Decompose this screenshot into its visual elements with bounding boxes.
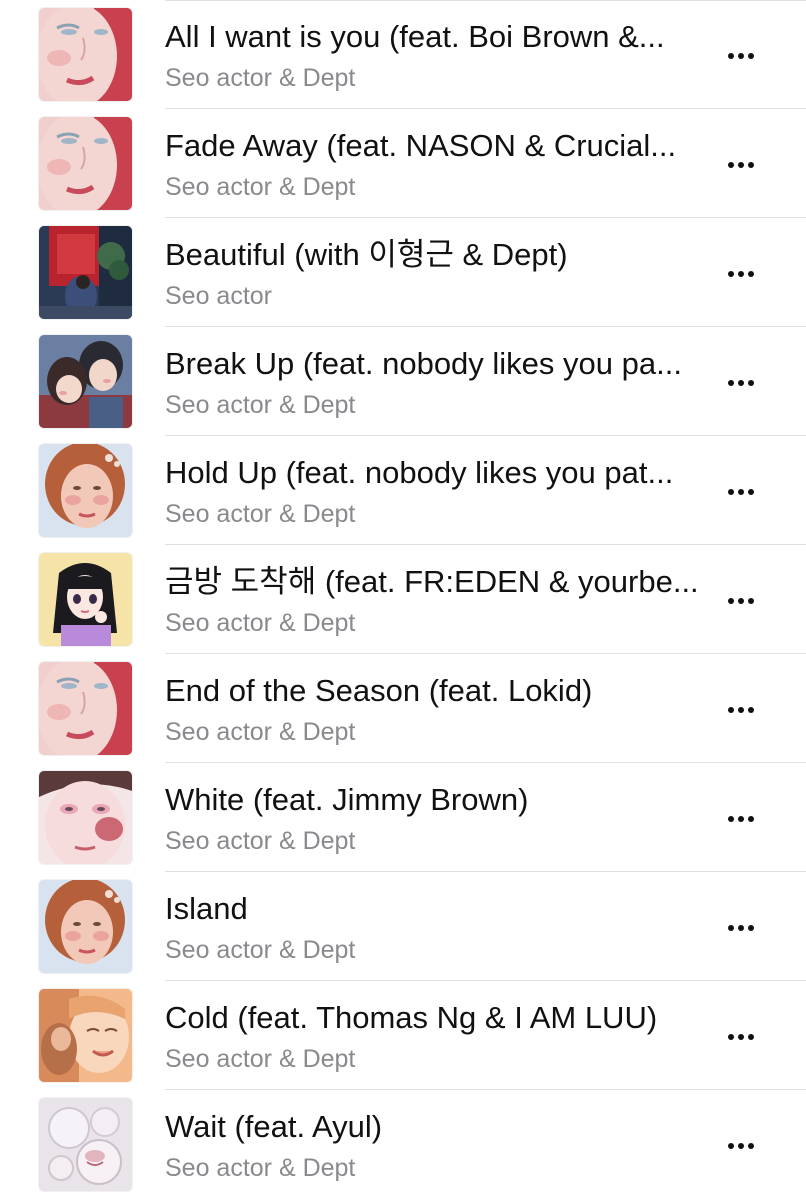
more-options-button[interactable]: [716, 34, 766, 78]
ellipsis-icon: [728, 707, 754, 713]
ellipsis-icon: [728, 380, 754, 386]
ellipsis-icon: [728, 816, 754, 822]
track-row[interactable]: Hold Up (feat. nobody likes you pat... S…: [0, 436, 806, 545]
ellipsis-icon: [728, 53, 754, 59]
ellipsis-icon: [728, 271, 754, 277]
more-options-button[interactable]: [716, 252, 766, 296]
track-row[interactable]: 금방 도착해 (feat. FR:EDEN & yourbe... Seo ac…: [0, 545, 806, 654]
track-list: All I want is you (feat. Boi Brown &... …: [0, 0, 806, 1199]
track-row[interactable]: Fade Away (feat. NASON & Crucial... Seo …: [0, 109, 806, 218]
track-title: Hold Up (feat. nobody likes you pat...: [165, 455, 674, 490]
album-artwork-image: [39, 989, 132, 1082]
track-title: All I want is you (feat. Boi Brown &...: [165, 19, 665, 54]
ellipsis-icon: [728, 925, 754, 931]
album-artwork-image: [39, 662, 132, 755]
track-title: Cold (feat. Thomas Ng & I AM LUU): [165, 1000, 658, 1035]
track-title: White (feat. Jimmy Brown): [165, 782, 529, 817]
track-title: Beautiful (with 이형근 & Dept): [165, 237, 568, 272]
more-options-button[interactable]: [716, 797, 766, 841]
track-artist: Seo actor & Dept: [165, 1154, 356, 1182]
ellipsis-icon: [728, 489, 754, 495]
album-artwork-image: [39, 8, 132, 101]
track-artist: Seo actor & Dept: [165, 391, 356, 419]
album-artwork-image: [39, 553, 132, 646]
more-options-button[interactable]: [716, 143, 766, 187]
track-row[interactable]: All I want is you (feat. Boi Brown &... …: [0, 0, 806, 109]
album-artwork-image: [39, 771, 132, 864]
more-options-button[interactable]: [716, 688, 766, 732]
album-artwork-image: [39, 117, 132, 210]
more-options-button[interactable]: [716, 906, 766, 950]
album-artwork-image: [39, 335, 132, 428]
album-artwork-image: [39, 880, 132, 973]
ellipsis-icon: [728, 598, 754, 604]
track-row[interactable]: End of the Season (feat. Lokid) Seo acto…: [0, 654, 806, 763]
track-title: Wait (feat. Ayul): [165, 1109, 383, 1144]
more-options-button[interactable]: [716, 361, 766, 405]
track-artist: Seo actor & Dept: [165, 718, 356, 746]
track-title: End of the Season (feat. Lokid): [165, 673, 593, 708]
track-artist: Seo actor & Dept: [165, 173, 356, 201]
track-title: Island: [165, 891, 248, 926]
album-artwork-image: [39, 1098, 132, 1191]
album-artwork-image: [39, 444, 132, 537]
track-row[interactable]: Wait (feat. Ayul) Seo actor & Dept: [0, 1090, 806, 1199]
more-options-button[interactable]: [716, 1015, 766, 1059]
more-options-button[interactable]: [716, 579, 766, 623]
ellipsis-icon: [728, 162, 754, 168]
track-row[interactable]: Beautiful (with 이형근 & Dept) Seo actor: [0, 218, 806, 327]
track-artist: Seo actor & Dept: [165, 1045, 356, 1073]
track-artist: Seo actor & Dept: [165, 936, 356, 964]
more-options-button[interactable]: [716, 470, 766, 514]
track-artist: Seo actor: [165, 282, 273, 310]
track-title: Fade Away (feat. NASON & Crucial...: [165, 128, 677, 163]
track-artist: Seo actor & Dept: [165, 500, 356, 528]
track-title: Break Up (feat. nobody likes you pa...: [165, 346, 682, 381]
track-title: 금방 도착해 (feat. FR:EDEN & yourbe...: [165, 564, 699, 599]
ellipsis-icon: [728, 1143, 754, 1149]
more-options-button[interactable]: [716, 1124, 766, 1168]
ellipsis-icon: [728, 1034, 754, 1040]
album-artwork-image: [39, 226, 132, 319]
track-row[interactable]: Cold (feat. Thomas Ng & I AM LUU) Seo ac…: [0, 981, 806, 1090]
track-row[interactable]: Island Seo actor & Dept: [0, 872, 806, 981]
track-row[interactable]: Break Up (feat. nobody likes you pa... S…: [0, 327, 806, 436]
track-artist: Seo actor & Dept: [165, 827, 356, 855]
track-artist: Seo actor & Dept: [165, 609, 356, 637]
track-row[interactable]: White (feat. Jimmy Brown) Seo actor & De…: [0, 763, 806, 872]
track-artist: Seo actor & Dept: [165, 64, 356, 92]
